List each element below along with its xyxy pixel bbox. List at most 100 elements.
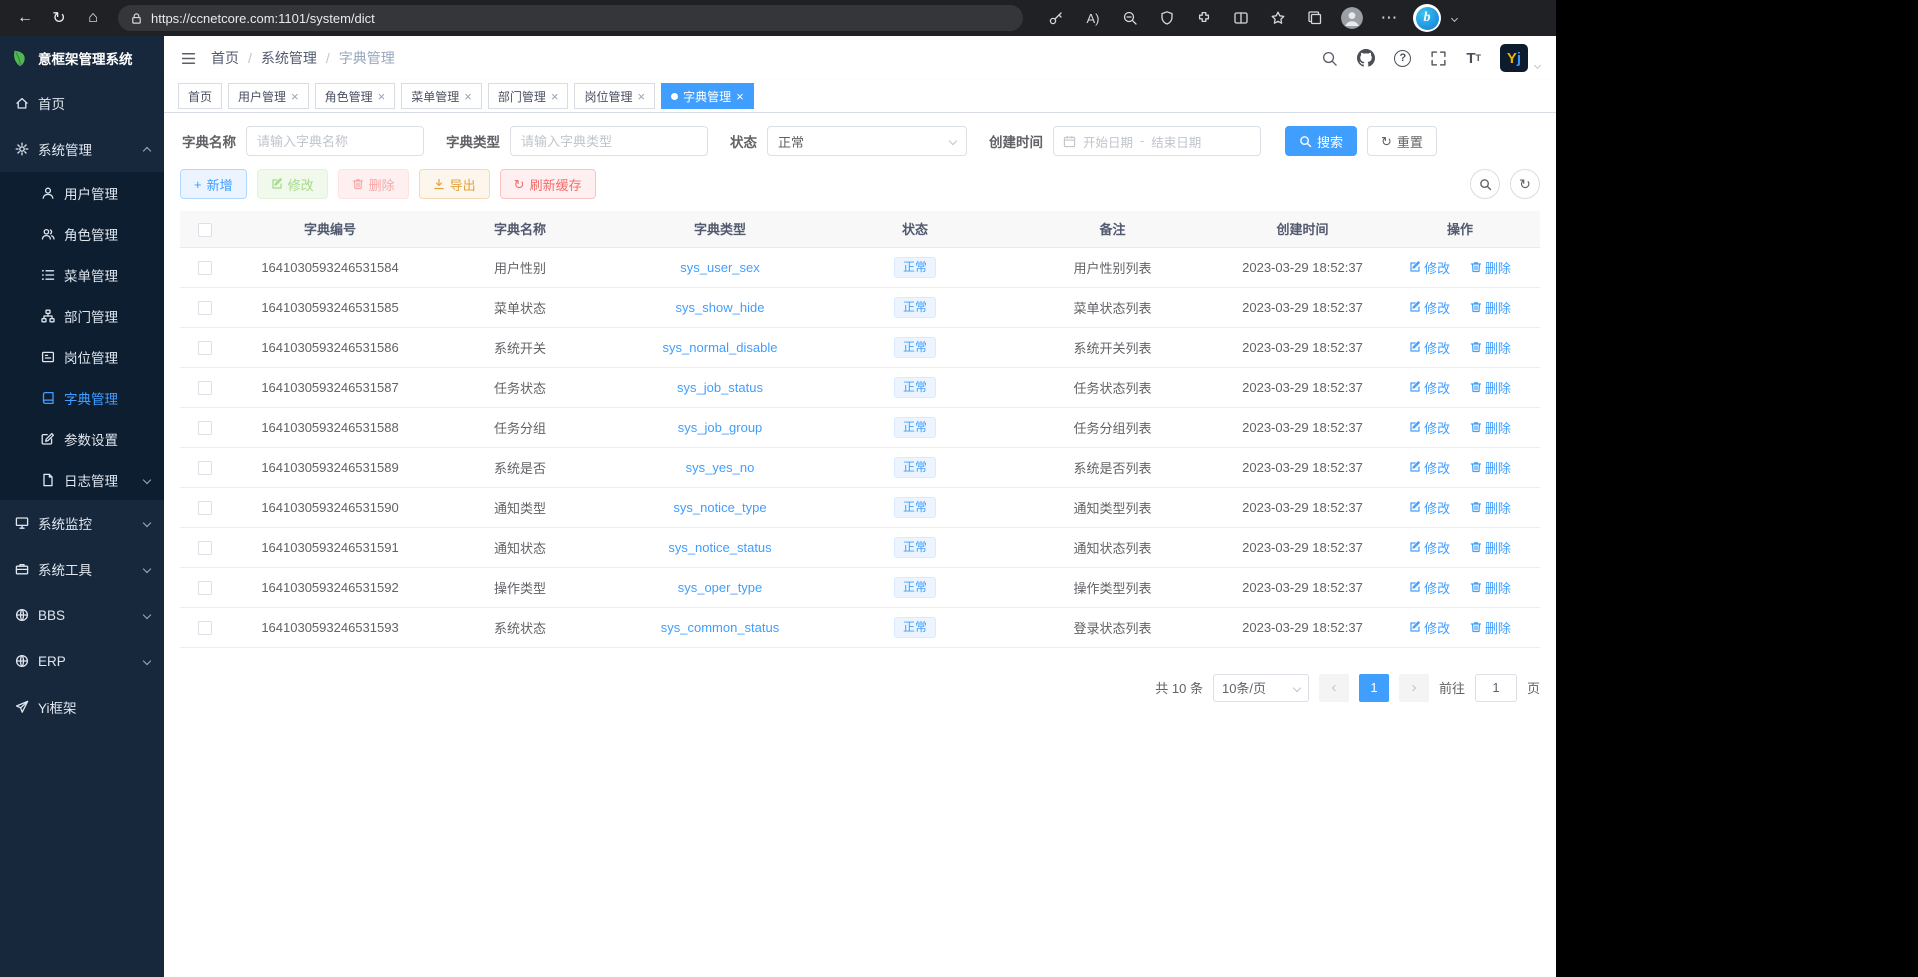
sidebar-item-system-tools[interactable]: 系统工具 bbox=[0, 546, 164, 592]
delete-button[interactable]: 删除 bbox=[338, 169, 409, 199]
extensions-icon[interactable] bbox=[1191, 5, 1217, 31]
copilot-icon[interactable]: b bbox=[1413, 4, 1441, 32]
row-delete-link[interactable]: 删除 bbox=[1470, 378, 1511, 397]
sidebar-item-dept-mgmt[interactable]: 部门管理 bbox=[0, 295, 164, 336]
split-screen-icon[interactable] bbox=[1228, 5, 1254, 31]
sidebar-item-param-settings[interactable]: 参数设置 bbox=[0, 418, 164, 459]
breadcrumb-system-mgmt[interactable]: 系统管理 bbox=[261, 48, 317, 68]
row-delete-link[interactable]: 删除 bbox=[1470, 618, 1511, 637]
toggle-search-button[interactable] bbox=[1470, 169, 1500, 199]
sidebar-item-dict-mgmt[interactable]: 字典管理 bbox=[0, 377, 164, 418]
read-aloud-icon[interactable]: A) bbox=[1080, 5, 1106, 31]
row-checkbox[interactable] bbox=[198, 501, 212, 515]
sidebar-item-system-mgmt[interactable]: 系统管理 bbox=[0, 126, 164, 172]
row-delete-link[interactable]: 删除 bbox=[1470, 418, 1511, 437]
copilot-dropdown-icon[interactable] bbox=[1451, 14, 1458, 21]
zoom-icon[interactable] bbox=[1117, 5, 1143, 31]
dict-type-link[interactable]: sys_notice_type bbox=[673, 500, 766, 515]
row-delete-link[interactable]: 删除 bbox=[1470, 298, 1511, 317]
tab-dept-mgmt[interactable]: 部门管理× bbox=[488, 83, 569, 109]
current-page-button[interactable]: 1 bbox=[1359, 674, 1389, 702]
collapse-sidebar-icon[interactable] bbox=[180, 50, 197, 67]
row-edit-link[interactable]: 修改 bbox=[1409, 258, 1450, 277]
user-logo[interactable]: Yj bbox=[1500, 44, 1528, 72]
date-range-picker[interactable]: 开始日期 - 结束日期 bbox=[1053, 126, 1261, 156]
dict-type-link[interactable]: sys_yes_no bbox=[686, 460, 755, 475]
row-checkbox[interactable] bbox=[198, 261, 212, 275]
tab-menu-mgmt[interactable]: 菜单管理× bbox=[401, 83, 482, 109]
collections-icon[interactable] bbox=[1302, 5, 1328, 31]
row-edit-link[interactable]: 修改 bbox=[1409, 378, 1450, 397]
github-icon[interactable] bbox=[1357, 49, 1375, 67]
favorites-icon[interactable] bbox=[1265, 5, 1291, 31]
row-delete-link[interactable]: 删除 bbox=[1470, 258, 1511, 277]
row-edit-link[interactable]: 修改 bbox=[1409, 418, 1450, 437]
sidebar-item-post-mgmt[interactable]: 岗位管理 bbox=[0, 336, 164, 377]
row-checkbox[interactable] bbox=[198, 301, 212, 315]
row-delete-link[interactable]: 删除 bbox=[1470, 458, 1511, 477]
prev-page-button[interactable]: ‹ bbox=[1319, 674, 1349, 702]
row-edit-link[interactable]: 修改 bbox=[1409, 458, 1450, 477]
dict-name-input[interactable] bbox=[246, 126, 424, 156]
font-size-icon[interactable]: TT bbox=[1466, 50, 1481, 67]
select-all-checkbox[interactable] bbox=[198, 223, 212, 237]
sidebar-item-user-mgmt[interactable]: 用户管理 bbox=[0, 172, 164, 213]
dict-type-input[interactable] bbox=[510, 126, 708, 156]
refresh-cache-button[interactable]: ↻刷新缓存 bbox=[500, 169, 596, 199]
close-icon[interactable]: × bbox=[291, 90, 299, 103]
dict-type-link[interactable]: sys_common_status bbox=[661, 620, 780, 635]
tab-post-mgmt[interactable]: 岗位管理× bbox=[574, 83, 655, 109]
row-checkbox[interactable] bbox=[198, 461, 212, 475]
row-edit-link[interactable]: 修改 bbox=[1409, 338, 1450, 357]
sidebar-item-system-monitor[interactable]: 系统监控 bbox=[0, 500, 164, 546]
user-dropdown-icon[interactable] bbox=[1534, 61, 1541, 68]
fullscreen-icon[interactable] bbox=[1430, 50, 1447, 67]
profile-avatar[interactable] bbox=[1339, 5, 1365, 31]
row-checkbox[interactable] bbox=[198, 541, 212, 555]
sidebar-item-yi-framework[interactable]: Yi框架 bbox=[0, 684, 164, 730]
reset-button[interactable]: ↻ 重置 bbox=[1367, 126, 1437, 156]
close-icon[interactable]: × bbox=[551, 90, 559, 103]
close-icon[interactable]: × bbox=[736, 90, 744, 103]
row-edit-link[interactable]: 修改 bbox=[1409, 538, 1450, 557]
dict-type-link[interactable]: sys_notice_status bbox=[668, 540, 771, 555]
close-icon[interactable]: × bbox=[378, 90, 386, 103]
sidebar-item-bbs[interactable]: BBS bbox=[0, 592, 164, 638]
page-size-select[interactable]: 10条/页 bbox=[1213, 674, 1309, 702]
row-delete-link[interactable]: 删除 bbox=[1470, 538, 1511, 557]
row-checkbox[interactable] bbox=[198, 341, 212, 355]
header-search-icon[interactable] bbox=[1321, 50, 1338, 67]
export-button[interactable]: 导出 bbox=[419, 169, 490, 199]
tab-dict-mgmt[interactable]: 字典管理× bbox=[661, 83, 754, 109]
row-checkbox[interactable] bbox=[198, 421, 212, 435]
breadcrumb-home[interactable]: 首页 bbox=[211, 48, 239, 68]
search-button[interactable]: 搜索 bbox=[1285, 126, 1357, 156]
edit-button[interactable]: 修改 bbox=[257, 169, 328, 199]
row-delete-link[interactable]: 删除 bbox=[1470, 498, 1511, 517]
sidebar-item-erp[interactable]: ERP bbox=[0, 638, 164, 684]
tab-home[interactable]: 首页 bbox=[178, 83, 222, 109]
close-icon[interactable]: × bbox=[637, 90, 645, 103]
tracking-shield-icon[interactable] bbox=[1154, 5, 1180, 31]
row-checkbox[interactable] bbox=[198, 621, 212, 635]
add-button[interactable]: +新增 bbox=[180, 169, 247, 199]
dict-type-link[interactable]: sys_show_hide bbox=[676, 300, 765, 315]
browser-back-button[interactable]: ← bbox=[10, 4, 40, 32]
row-edit-link[interactable]: 修改 bbox=[1409, 498, 1450, 517]
status-select[interactable]: 正常 bbox=[767, 126, 967, 156]
help-icon[interactable]: ? bbox=[1394, 50, 1411, 67]
row-delete-link[interactable]: 删除 bbox=[1470, 578, 1511, 597]
address-bar[interactable]: https://ccnetcore.com:1101/system/dict bbox=[118, 5, 1023, 31]
next-page-button[interactable]: › bbox=[1399, 674, 1429, 702]
row-edit-link[interactable]: 修改 bbox=[1409, 618, 1450, 637]
row-checkbox[interactable] bbox=[198, 581, 212, 595]
app-logo[interactable]: 意框架管理系统 bbox=[0, 36, 164, 80]
dict-type-link[interactable]: sys_normal_disable bbox=[663, 340, 778, 355]
refresh-table-button[interactable]: ↻ bbox=[1510, 169, 1540, 199]
close-icon[interactable]: × bbox=[464, 90, 472, 103]
browser-home-button[interactable]: ⌂ bbox=[78, 4, 108, 32]
sidebar-item-log-mgmt[interactable]: 日志管理 bbox=[0, 459, 164, 500]
row-delete-link[interactable]: 删除 bbox=[1470, 338, 1511, 357]
sidebar-item-menu-mgmt[interactable]: 菜单管理 bbox=[0, 254, 164, 295]
sidebar-item-role-mgmt[interactable]: 角色管理 bbox=[0, 213, 164, 254]
